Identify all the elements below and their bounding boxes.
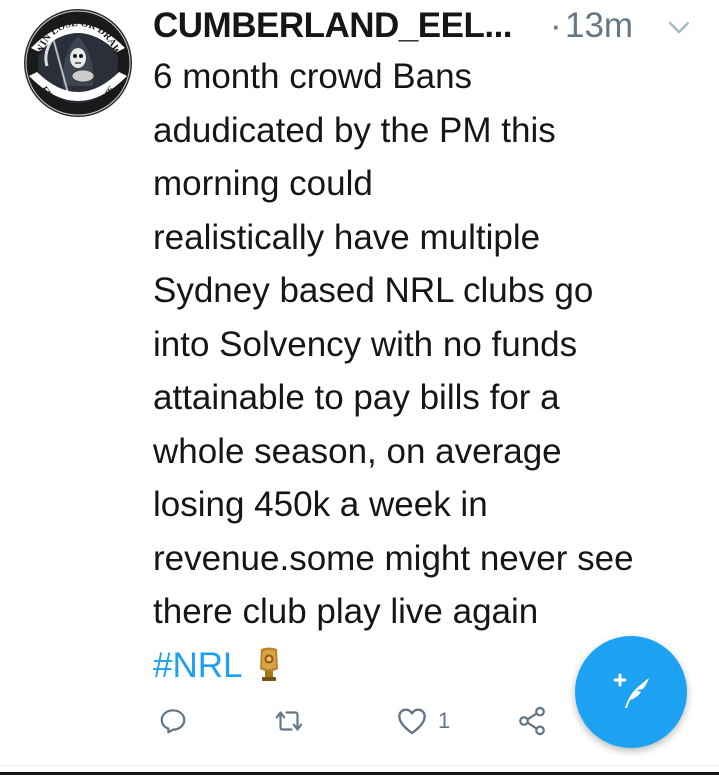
compose-tweet-icon [613,673,649,708]
like-button[interactable]: 1 [396,696,450,746]
tweet-text-line: revenue.some might never see [153,538,634,578]
tweet-text-line: Sydney based NRL clubs go [153,271,594,310]
tweet-header: CUMBERLAND_EEL... · 13m [153,4,698,48]
chevron-down-icon[interactable] [664,12,694,42]
tweet-timestamp[interactable]: 13m [565,4,633,48]
compose-tweet-button[interactable] [575,636,687,748]
reply-button[interactable] [158,696,188,746]
avatar[interactable]: WIN LOSE OR DRAW EELS FAN TILL I DIE [23,8,133,118]
tweet-text-line: realistically have multiple [153,217,541,257]
tweet-text-line: into Solvency with no funds [153,324,578,364]
tweet-text-line: attainable to pay bills for a [153,378,560,417]
like-count: 1 [438,708,451,733]
tweet-text-line: 6 month crowd Bans [153,57,473,96]
reply-icon [160,709,186,734]
divider [0,765,719,766]
avatar-image: WIN LOSE OR DRAW EELS FAN TILL I DIE [24,9,132,117]
share-icon [519,706,545,736]
tweet-text-line: morning could [153,164,373,203]
tweet-text-line: whole season, on average [153,431,562,471]
heart-icon [398,708,426,735]
header-separator: · [550,6,562,45]
tweet-text-line: adudicated by the PM this [153,110,556,150]
tweet-text: 6 month crowd Bans adudicated by the PM … [153,50,713,692]
share-button[interactable] [516,696,548,746]
hashtag-link[interactable]: #NRL [153,639,242,693]
author-display-name[interactable]: CUMBERLAND_EEL... [153,4,513,48]
bottom-divider [0,772,719,775]
tweet-action-bar: 1 [150,696,570,746]
trophy-emoji-icon [260,647,279,682]
retweet-button[interactable] [272,696,306,746]
tweet-text-line: losing 450k a week in [153,485,488,524]
tweet-text-line: there club play live again [153,592,539,631]
retweet-icon [275,711,303,731]
